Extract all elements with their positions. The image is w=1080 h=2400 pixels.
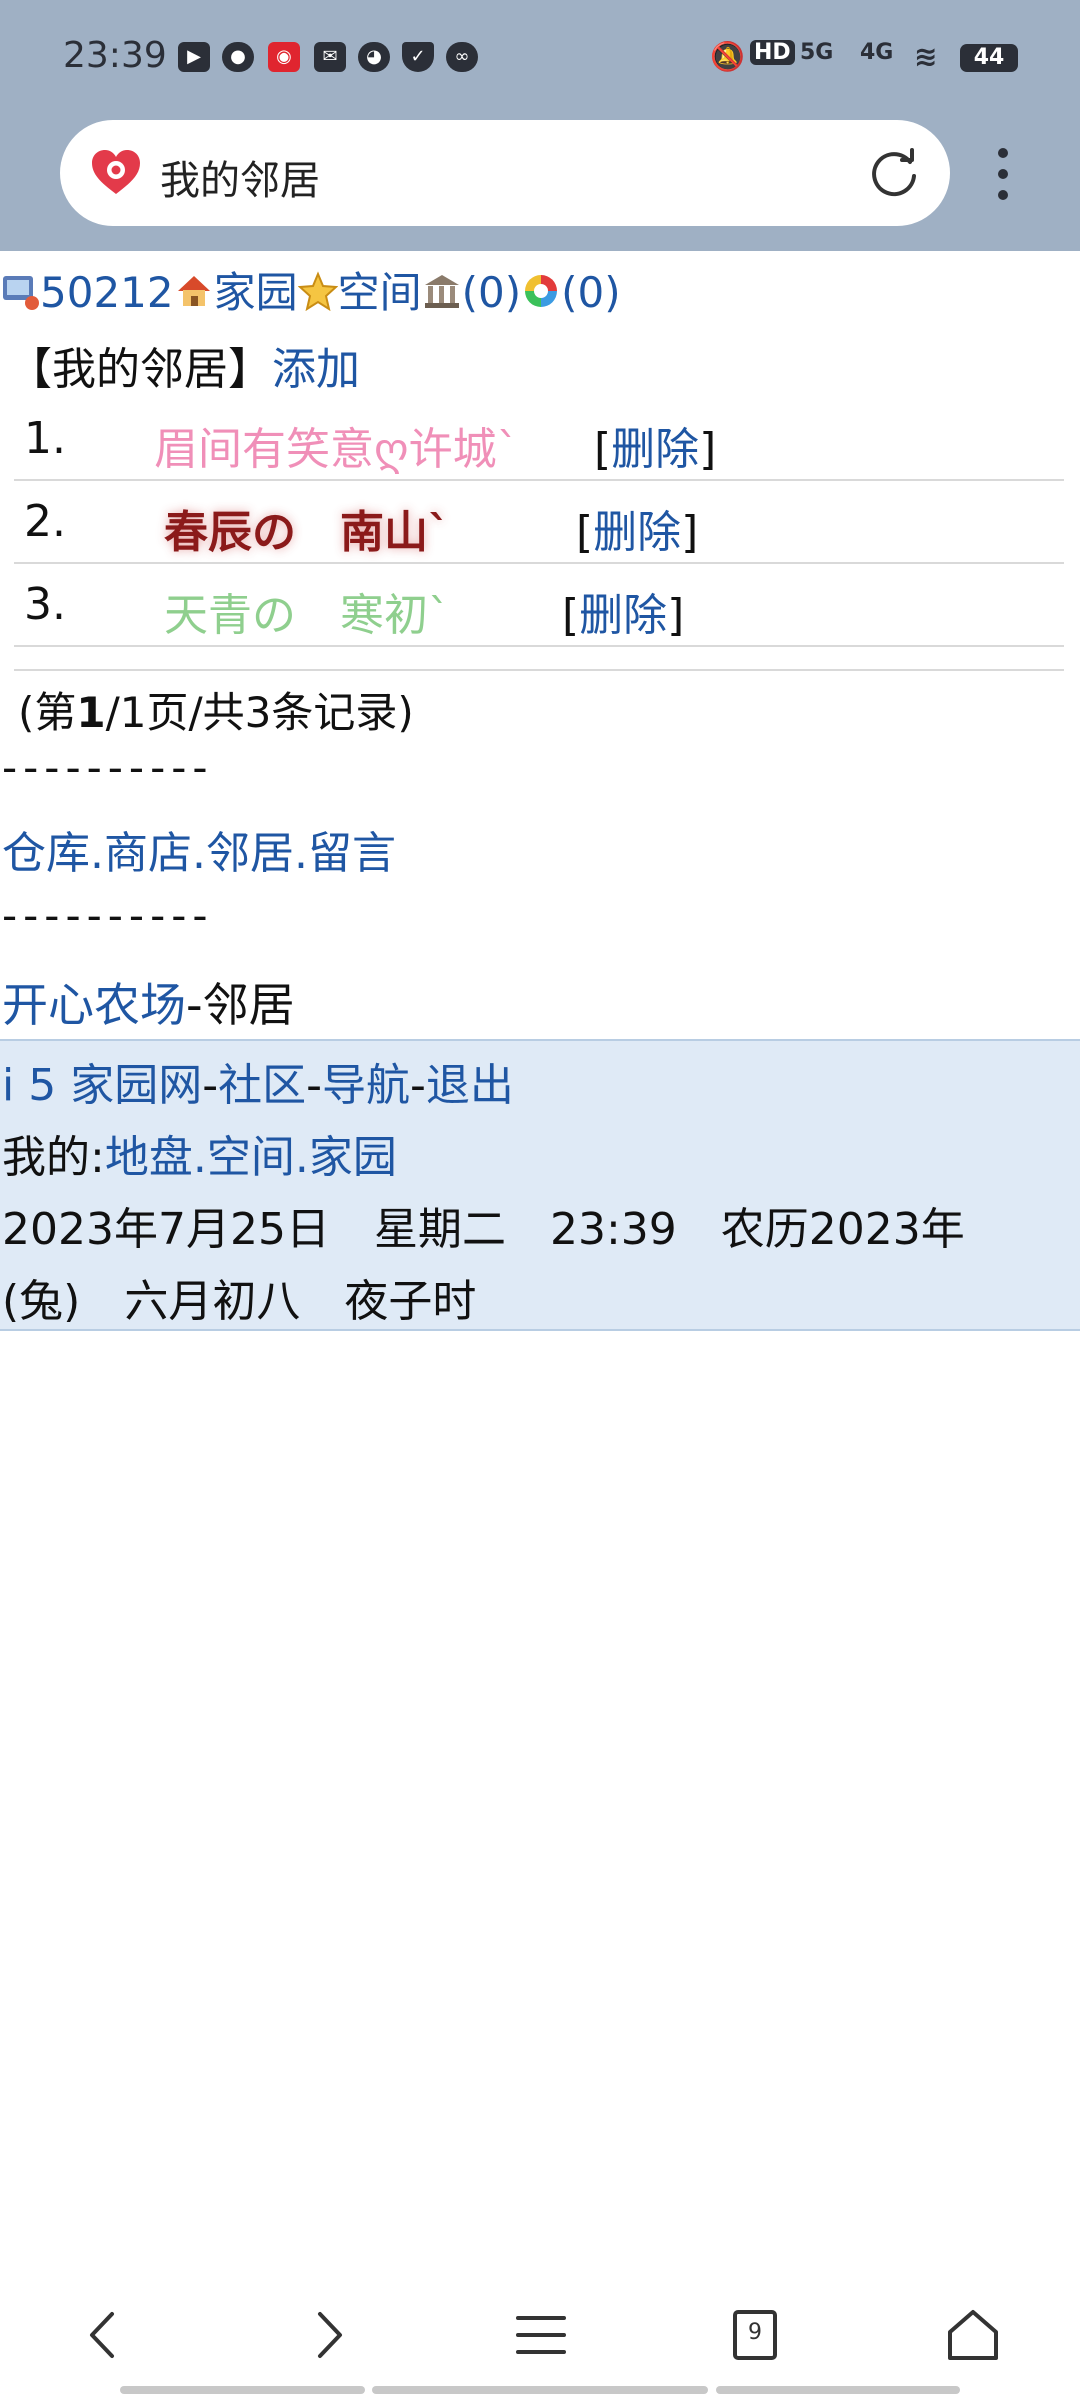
add-neighbor-link[interactable]: 添加 [272, 344, 360, 395]
footer-my-links: 我的:地盘.空间.家园 [2, 1132, 397, 1183]
bank-icon [424, 275, 459, 308]
browser-top-area: 23:39 ▶ ● ◉ ✉ ◕ ✓ ∞ 🔕 HD 5G 4G ≋ 44 我的邻居 [0, 0, 1080, 251]
gesture-handle [120, 2386, 365, 2394]
message-link[interactable]: 留言 [308, 828, 396, 879]
my-space-link[interactable]: 空间 [207, 1132, 295, 1183]
mute-icon: 🔕 [710, 40, 745, 73]
more-menu-icon[interactable] [988, 148, 1018, 208]
happy-farm-link[interactable]: 开心农场 [2, 978, 186, 1032]
delete-link[interactable]: 删除 [579, 590, 667, 641]
menu-icon[interactable] [506, 2300, 576, 2370]
browser-bottom-bar: 9 [0, 2280, 1080, 2380]
neighbor-row: 3. 天青の 寒初ˋ [删除] [14, 567, 1064, 647]
farm-suffix: -邻居 [186, 978, 295, 1032]
site-footer: i 5 家园网-社区-导航-退出 我的:地盘.空间.家园 2023年7月25日 … [0, 1039, 1080, 1331]
neighbor-row: 1. 眉间有笑意ღ许城ˋ [删除] [14, 401, 1064, 481]
neighbor-name[interactable]: 春辰の 南山ˋ [164, 496, 450, 560]
count-link-2[interactable]: (0) [561, 268, 621, 317]
house-icon [177, 276, 210, 306]
tab-count: 9 [748, 2320, 762, 2345]
space-link[interactable]: 空间 [338, 268, 422, 317]
tabs-button[interactable]: 9 [720, 2300, 790, 2370]
pagination-prefix: (第 [18, 688, 77, 737]
colorwheel-icon [525, 275, 558, 307]
divider-line [14, 669, 1064, 671]
community-link[interactable]: 社区 [218, 1060, 306, 1111]
cat-icon: ◕ [358, 42, 390, 72]
date-line-2: (兔) 六月初八 夜子时 [2, 1276, 477, 1327]
reload-icon[interactable] [866, 146, 922, 202]
signal-4g: 4G [860, 40, 894, 65]
my-home-link[interactable]: 家园 [309, 1132, 397, 1183]
heart-logo-icon [92, 150, 140, 194]
my-prefix: 我的: [2, 1132, 105, 1183]
dash-divider: ---------- [2, 891, 214, 940]
section-title: 【我的邻居】 [8, 344, 272, 395]
mail-icon: ✉ [314, 42, 346, 72]
delete-control: [删除] [562, 590, 685, 641]
section-heading: 【我的邻居】添加 [8, 333, 360, 397]
pagination-info: (第1/1页/共3条记录) [18, 679, 414, 740]
shield-icon: ✓ [402, 42, 434, 72]
footer-nav: i 5 家园网-社区-导航-退出 [2, 1060, 514, 1111]
neighbor-name[interactable]: 天青の 寒初ˋ [164, 579, 450, 643]
neighbors-link[interactable]: 邻居 [206, 828, 294, 879]
star-icon [297, 271, 338, 311]
quick-links: 仓库.商店.邻居.留言 [2, 828, 396, 879]
play-icon: ▶ [178, 42, 210, 72]
gesture-handle [372, 2386, 708, 2394]
neighbor-index: 3. [24, 579, 66, 630]
user-id-link[interactable]: 50212 [40, 268, 174, 317]
navigation-link[interactable]: 导航 [322, 1060, 410, 1111]
dash-divider: ---------- [2, 743, 214, 792]
date-line-1: 2023年7月25日 星期二 23:39 农历2023年 [2, 1204, 965, 1255]
farm-line: 开心农场-邻居 [2, 969, 295, 1035]
shop-link[interactable]: 商店 [104, 828, 192, 879]
status-bar: 23:39 ▶ ● ◉ ✉ ◕ ✓ ∞ 🔕 HD 5G 4G ≋ 44 [0, 30, 1080, 90]
pagination-suffix: /1页/共3条记录) [105, 688, 414, 737]
music-app-icon: ◉ [268, 42, 300, 72]
neighbor-row: 2. 春辰の 南山ˋ [删除] [14, 484, 1064, 564]
count-link-1[interactable]: (0) [462, 268, 522, 317]
address-bar[interactable]: 我的邻居 [60, 120, 950, 226]
neighbor-index: 2. [24, 496, 66, 547]
home-link[interactable]: 家园 [214, 268, 298, 317]
chat-icon: ● [222, 42, 254, 72]
page-title: 我的邻居 [160, 158, 320, 204]
neighbor-index: 1. [24, 413, 66, 464]
neighbor-name[interactable]: 眉间有笑意ღ许城ˋ [154, 413, 519, 477]
back-icon[interactable] [70, 2300, 140, 2370]
site-home-link[interactable]: i 5 家园网 [2, 1060, 202, 1111]
territory-link[interactable]: 地盘 [105, 1132, 193, 1183]
status-time: 23:39 [63, 35, 167, 76]
home-icon[interactable] [938, 2300, 1008, 2370]
logout-link[interactable]: 退出 [426, 1060, 514, 1111]
computer-icon [3, 276, 39, 310]
hd-icon: HD [750, 40, 795, 65]
delete-control: [删除] [594, 424, 717, 475]
header-links: 50212 家园 空间 (0) (0) [0, 259, 621, 323]
gesture-handle [716, 2386, 960, 2394]
link-icon: ∞ [446, 42, 478, 72]
delete-link[interactable]: 删除 [611, 424, 699, 475]
forward-icon[interactable] [292, 2300, 362, 2370]
pagination-current: 1 [76, 688, 106, 737]
warehouse-link[interactable]: 仓库 [2, 828, 90, 879]
battery-indicator: 44 [960, 44, 1018, 72]
wifi-icon: ≋ [914, 40, 938, 73]
delete-control: [删除] [576, 507, 699, 558]
signal-5g: 5G [800, 40, 834, 65]
delete-link[interactable]: 删除 [593, 507, 681, 558]
